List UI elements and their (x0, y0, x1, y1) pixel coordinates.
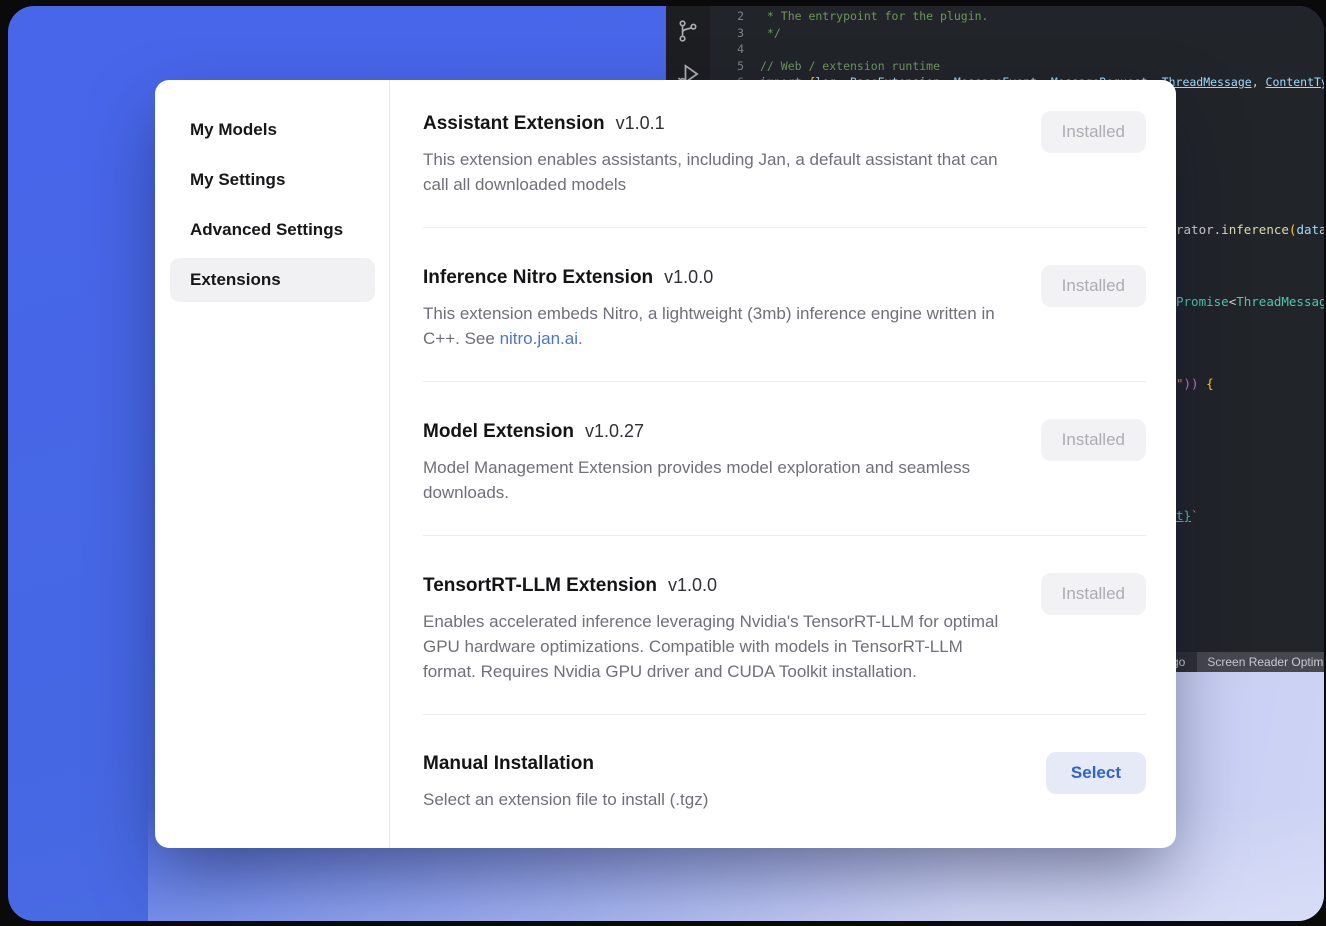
select-button[interactable]: Select (1046, 752, 1146, 794)
extension-info: Inference Nitro Extension v1.0.0 This exte… (423, 265, 1005, 351)
code-token: t} (1176, 508, 1191, 523)
code-line: 3 */ (710, 25, 1324, 42)
sidebar-item-label: Extensions (190, 270, 281, 290)
code-token: " (1176, 376, 1184, 391)
code-text: * The entrypoint for the plugin. (760, 8, 988, 25)
nitro-link[interactable]: nitro.jan.ai. (500, 329, 583, 348)
line-number: 3 (710, 25, 744, 42)
installed-button[interactable]: Installed (1041, 111, 1146, 153)
extension-info: Assistant Extension v1.0.1 This extension … (423, 111, 1005, 197)
sidebar-item-my-settings[interactable]: My Settings (170, 158, 375, 202)
code-token: { (1206, 376, 1214, 391)
code-token: rator (1176, 222, 1214, 237)
sidebar-item-my-models[interactable]: My Models (170, 108, 375, 152)
code-token: inference (1221, 222, 1289, 237)
extension-name: Inference Nitro Extension (423, 267, 653, 288)
code-token: )) (1184, 376, 1199, 391)
installed-button[interactable]: Installed (1041, 265, 1146, 307)
jan-settings-modal: My Models My Settings Advanced Settings Ext… (155, 80, 1176, 848)
extension-title: TensortRT-LLM Extension v1.0.0 (423, 573, 1005, 598)
code-token: ` (1191, 508, 1199, 523)
code-token: * The entrypoint for the plugin. (760, 9, 988, 23)
extension-version: v1.0.27 (585, 421, 644, 441)
extension-version: v1.0.0 (664, 267, 713, 287)
code-token: , (1252, 75, 1266, 89)
extension-version: v1.0.1 (616, 113, 665, 133)
code-token: data (1296, 222, 1324, 237)
extension-title: Model Extension v1.0.27 (423, 419, 1005, 444)
extension-description: Model Management Extension provides mode… (423, 455, 1005, 505)
code-token: */ (760, 26, 781, 40)
description-text: Enables accelerated inference leveraging… (423, 612, 998, 681)
extension-description: This extension embeds Nitro, a lightweig… (423, 301, 1005, 351)
sidebar-item-advanced-settings[interactable]: Advanced Settings (170, 208, 375, 252)
extension-info: TensortRT-LLM Extension v1.0.0 Enables acc… (423, 573, 1005, 684)
extension-row: TensortRT-LLM Extension v1.0.0 Enables acc… (423, 536, 1146, 715)
settings-sidebar: My Models My Settings Advanced Settings Ext… (155, 80, 390, 848)
sidebar-item-label: My Settings (190, 170, 285, 190)
code-lines: 2 * The entrypoint for the plugin.3 */45… (710, 8, 1324, 91)
extension-name: Assistant Extension (423, 113, 605, 134)
sidebar-item-label: My Models (190, 120, 277, 140)
extension-row: Model Extension v1.0.27 Model Management E… (423, 382, 1146, 536)
screen-reader-status: Screen Reader Optimize (1197, 652, 1324, 672)
code-text: // Web / extension runtime (760, 58, 940, 75)
description-text: Select an extension file to install (.tg… (423, 790, 708, 809)
extension-name: Model Extension (423, 421, 574, 442)
code-fragment: rator.inference(data)); (1176, 222, 1324, 237)
extensions-panel: Assistant Extension v1.0.1 This extension … (390, 80, 1176, 848)
extension-description: Enables accelerated inference leveraging… (423, 609, 1005, 684)
code-line: 4 (710, 41, 1324, 58)
code-token: ContentType (1266, 75, 1324, 89)
source-control-icon (675, 18, 701, 48)
extension-name: TensortRT-LLM Extension (423, 575, 657, 596)
extension-version: v1.0.0 (668, 575, 717, 595)
code-line: 2 * The entrypoint for the plugin. (710, 8, 1324, 25)
extension-name: Manual Installation (423, 753, 594, 774)
extension-title: Manual Installation (423, 752, 1005, 776)
extension-title: Inference Nitro Extension v1.0.0 (423, 265, 1005, 290)
extension-info: Manual Installation Select an extension f… (423, 752, 1005, 812)
extension-info: Model Extension v1.0.27 Model Management E… (423, 419, 1005, 505)
line-number: 5 (710, 58, 744, 75)
code-fragment: ")) { (1176, 376, 1214, 391)
sidebar-item-extensions[interactable]: Extensions (170, 258, 375, 302)
code-fragment: Promise<ThreadMessage> (1176, 294, 1324, 309)
code-line: 5 // Web / extension runtime (710, 58, 1324, 75)
code-token (1199, 376, 1207, 391)
extension-description: This extension enables assistants, inclu… (423, 147, 1005, 197)
extension-title: Assistant Extension v1.0.1 (423, 111, 1005, 136)
extension-row: Manual Installation Select an extension f… (423, 715, 1146, 842)
installed-button[interactable]: Installed (1041, 419, 1146, 461)
code-text: */ (760, 25, 781, 42)
extension-row: Inference Nitro Extension v1.0.0 This exte… (423, 228, 1146, 382)
code-token: // Web / extension runtime (760, 59, 940, 73)
extension-description: Select an extension file to install (.tg… (423, 787, 1005, 812)
description-text: This extension enables assistants, inclu… (423, 150, 998, 194)
description-text: Model Management Extension provides mode… (423, 458, 970, 502)
line-number: 2 (710, 8, 744, 25)
code-fragment: t}` (1176, 508, 1199, 523)
app-window: 2 * The entrypoint for the plugin.3 */45… (8, 6, 1324, 921)
extension-row: Assistant Extension v1.0.1 This extension … (423, 80, 1146, 228)
sidebar-item-label: Advanced Settings (190, 220, 343, 240)
line-number: 4 (710, 41, 744, 58)
code-token: ThreadMessage (1236, 294, 1324, 309)
code-token: Promise (1176, 294, 1229, 309)
installed-button[interactable]: Installed (1041, 573, 1146, 615)
